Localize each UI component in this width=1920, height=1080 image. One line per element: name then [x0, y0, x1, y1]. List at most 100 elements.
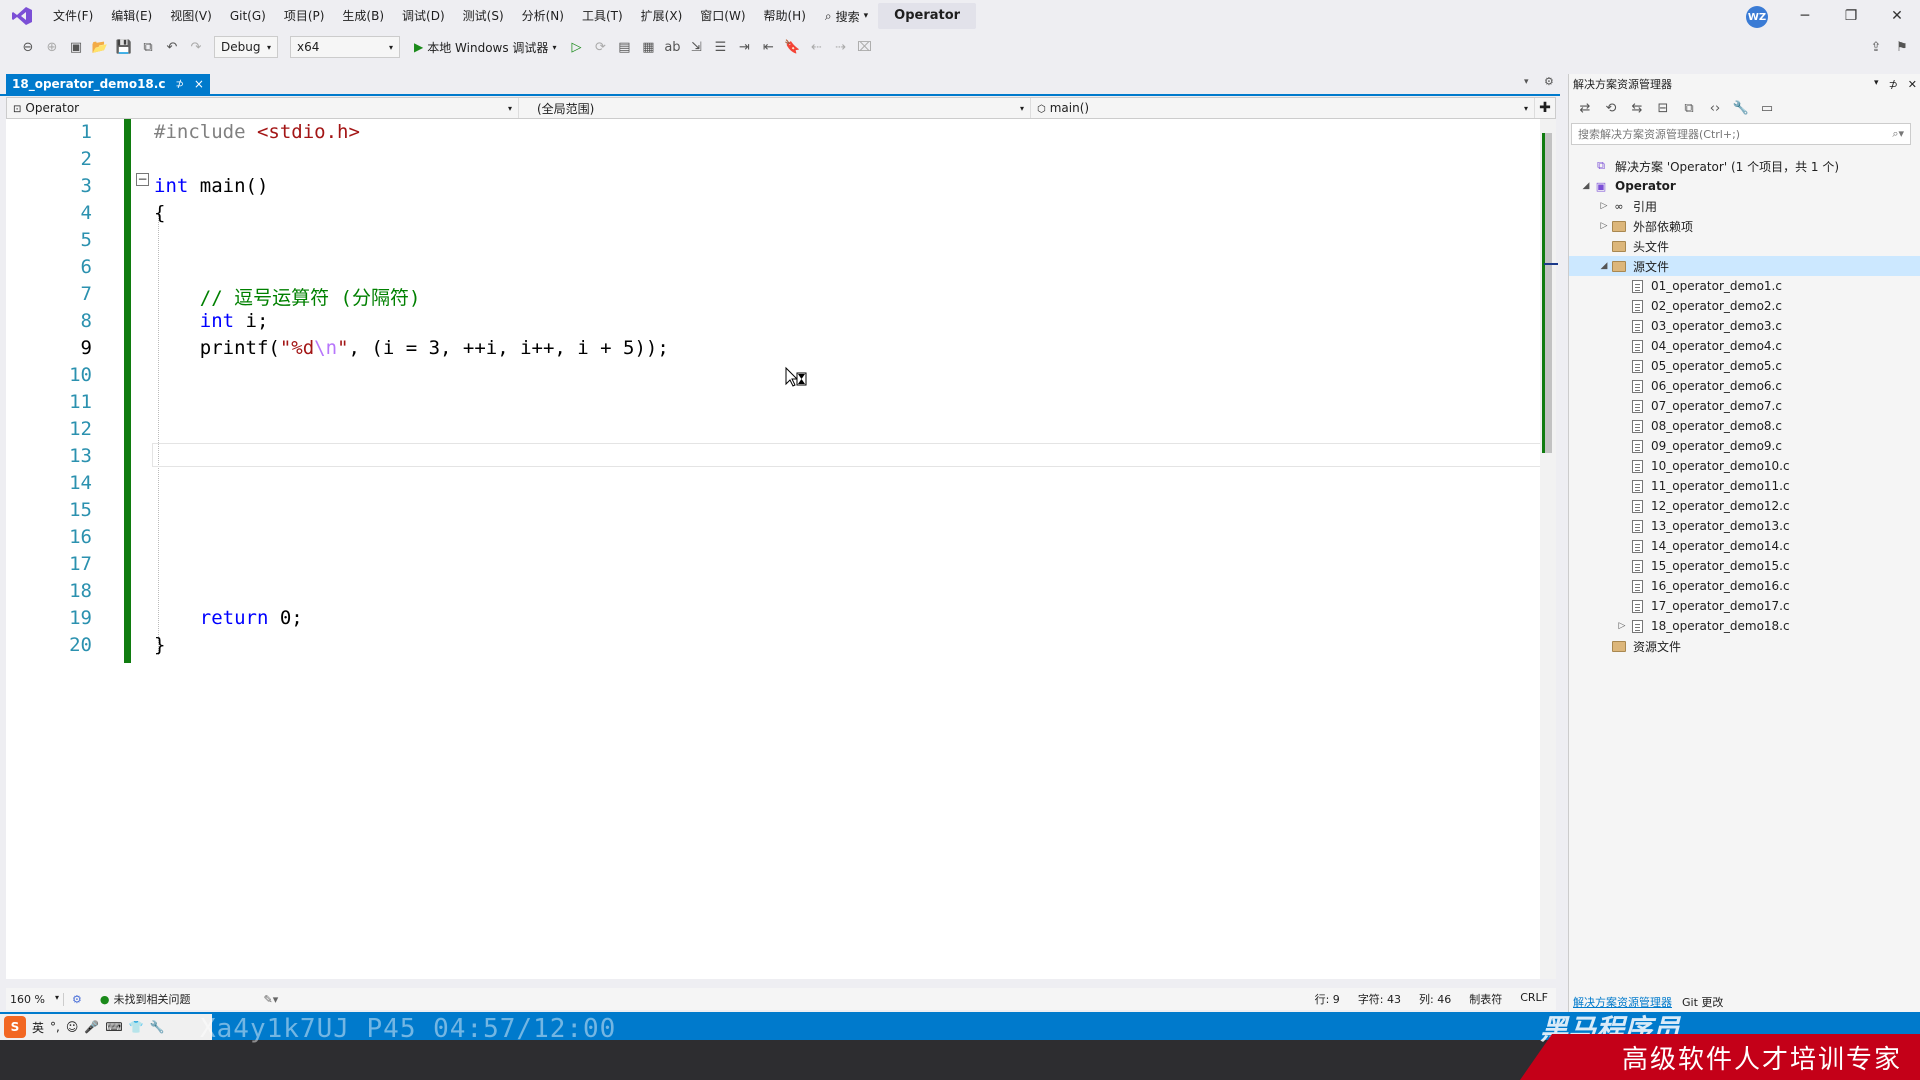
save-all-icon[interactable]: ⧉: [138, 37, 158, 57]
tree-file[interactable]: 03_operator_demo3.c: [1569, 316, 1920, 336]
show-all-files-icon[interactable]: ⧉: [1679, 98, 1699, 118]
tree-file[interactable]: 05_operator_demo5.c: [1569, 356, 1920, 376]
tree-external-deps[interactable]: ▷ 外部依赖项: [1569, 216, 1920, 236]
settings-gear-icon[interactable]: ⚙: [1544, 75, 1554, 88]
intellicode-icon[interactable]: ⚙: [72, 993, 82, 1006]
prev-bookmark-icon[interactable]: ⇠: [806, 37, 826, 57]
char-indicator[interactable]: 字符: 43: [1358, 991, 1401, 1007]
tree-file[interactable]: 17_operator_demo17.c: [1569, 596, 1920, 616]
tree-file[interactable]: 14_operator_demo14.c: [1569, 536, 1920, 556]
menu-item-7[interactable]: 测试(S): [454, 0, 513, 32]
start-without-debugging-icon[interactable]: ▷: [566, 37, 586, 57]
keyboard-icon[interactable]: ⌨: [105, 1020, 122, 1034]
undo-icon[interactable]: ↶: [162, 37, 182, 57]
pin-icon[interactable]: ⊅: [1889, 78, 1898, 91]
indent-icon[interactable]: ⇥: [734, 37, 754, 57]
tab-list-chevron-icon[interactable]: ▾: [1524, 77, 1529, 87]
punctuation-icon[interactable]: °,: [50, 1020, 60, 1034]
preview-icon[interactable]: ▭: [1757, 98, 1777, 118]
tree-header-files[interactable]: 头文件: [1569, 236, 1920, 256]
spell-check-icon[interactable]: ab: [662, 37, 682, 57]
skin-icon[interactable]: 👕: [129, 1020, 144, 1034]
expand-arrow-icon[interactable]: ▷: [1615, 621, 1629, 631]
menu-item-10[interactable]: 扩展(X): [632, 0, 692, 32]
tree-file[interactable]: ▷ 18_operator_demo18.c: [1569, 616, 1920, 636]
account-avatar[interactable]: WZ: [1746, 6, 1768, 28]
menu-item-9[interactable]: 工具(T): [573, 0, 632, 32]
outdent-icon[interactable]: ⇤: [758, 37, 778, 57]
platform-select[interactable]: x64 ▾: [290, 36, 400, 58]
tree-file[interactable]: 11_operator_demo11.c: [1569, 476, 1920, 496]
tree-project[interactable]: ◢ ▣ Operator: [1569, 176, 1920, 196]
project-dropdown[interactable]: ⊡ Operator ▾: [7, 98, 519, 118]
menu-item-5[interactable]: 生成(B): [333, 0, 393, 32]
tree-references[interactable]: ▷ ∞ 引用: [1569, 196, 1920, 216]
tree-file[interactable]: 15_operator_demo15.c: [1569, 556, 1920, 576]
menu-item-2[interactable]: 视图(V): [161, 0, 221, 32]
open-file-icon[interactable]: 📂: [90, 37, 110, 57]
start-debugging-button[interactable]: ▶ 本地 Windows 调试器 ▾: [408, 39, 562, 56]
feedback-icon[interactable]: ⚑: [1892, 37, 1912, 57]
brush-icon[interactable]: ✎▾: [263, 993, 278, 1006]
tree-file[interactable]: 10_operator_demo10.c: [1569, 456, 1920, 476]
collapse-all-icon[interactable]: ⊟: [1653, 98, 1673, 118]
line-indicator[interactable]: 行: 9: [1315, 991, 1340, 1007]
tools-icon[interactable]: 🔧: [150, 1020, 165, 1034]
tree-file[interactable]: 07_operator_demo7.c: [1569, 396, 1920, 416]
chevron-down-icon[interactable]: ▾: [1874, 78, 1879, 91]
tree-file[interactable]: 08_operator_demo8.c: [1569, 416, 1920, 436]
tree-file[interactable]: 01_operator_demo1.c: [1569, 276, 1920, 296]
tree-file[interactable]: 02_operator_demo2.c: [1569, 296, 1920, 316]
zoom-select[interactable]: 160 % ▾: [6, 992, 64, 1006]
history-icon[interactable]: ⟲: [1601, 98, 1621, 118]
close-icon[interactable]: ✕: [1874, 0, 1920, 32]
restore-icon[interactable]: ❐: [1828, 0, 1874, 32]
menu-item-1[interactable]: 编辑(E): [102, 0, 161, 32]
close-tab-icon[interactable]: ×: [194, 77, 204, 91]
tree-file[interactable]: 13_operator_demo13.c: [1569, 516, 1920, 536]
visual-studio-logo-icon[interactable]: [10, 5, 34, 27]
menu-item-6[interactable]: 调试(D): [393, 0, 454, 32]
ime-language[interactable]: 英: [32, 1019, 44, 1036]
next-bookmark-icon[interactable]: ⇢: [830, 37, 850, 57]
close-icon[interactable]: ✕: [1908, 78, 1917, 91]
scope-dropdown[interactable]: (全局范围) ▾: [519, 98, 1031, 118]
tree-file[interactable]: 09_operator_demo9.c: [1569, 436, 1920, 456]
redo-icon[interactable]: ↷: [186, 37, 206, 57]
tab-18-operator-demo18[interactable]: 18_operator_demo18.c ⊅ ×: [6, 74, 210, 94]
tree-resource-files[interactable]: 资源文件: [1569, 636, 1920, 656]
browse-icon[interactable]: ▤: [614, 37, 634, 57]
menu-item-12[interactable]: 帮助(H): [755, 0, 815, 32]
expand-arrow-icon[interactable]: ▷: [1597, 201, 1611, 211]
issues-status[interactable]: 未找到相关问题: [113, 991, 263, 1007]
switch-views-icon[interactable]: ⇆: [1627, 98, 1647, 118]
tree-solution[interactable]: ⧉ 解决方案 'Operator' (1 个项目，共 1 个): [1569, 156, 1920, 176]
collapse-icon[interactable]: −: [136, 173, 149, 186]
emoji-icon[interactable]: ☺: [66, 1020, 79, 1034]
menu-item-3[interactable]: Git(G): [221, 0, 275, 32]
menu-item-8[interactable]: 分析(N): [513, 0, 573, 32]
col-indicator[interactable]: 列: 46: [1419, 991, 1451, 1007]
properties-wrench-icon[interactable]: 🔧: [1731, 98, 1751, 118]
back-icon[interactable]: ⊖: [18, 37, 38, 57]
expand-arrow-icon[interactable]: ▷: [1597, 221, 1611, 231]
tabs-indicator[interactable]: 制表符: [1469, 991, 1502, 1007]
window-layout-icon[interactable]: ▦: [638, 37, 658, 57]
configuration-select[interactable]: Debug ▾: [214, 36, 278, 58]
expand-arrow-icon[interactable]: ◢: [1597, 261, 1611, 271]
menu-item-4[interactable]: 项目(P): [275, 0, 334, 32]
code-view-icon[interactable]: ‹›: [1705, 98, 1725, 118]
tree-file[interactable]: 04_operator_demo4.c: [1569, 336, 1920, 356]
sync-icon[interactable]: ⇄: [1575, 98, 1595, 118]
tree-file[interactable]: 16_operator_demo16.c: [1569, 576, 1920, 596]
hot-reload-icon[interactable]: ⟳: [590, 37, 610, 57]
eol-indicator[interactable]: CRLF: [1520, 991, 1548, 1007]
search-button[interactable]: ⌕ 搜索 ▾: [815, 8, 878, 25]
pin-icon[interactable]: ⊅: [175, 79, 183, 90]
expand-arrow-icon[interactable]: ◢: [1579, 181, 1593, 191]
microphone-icon[interactable]: 🎤: [84, 1020, 99, 1034]
minimize-icon[interactable]: ─: [1782, 0, 1828, 32]
bookmark-icon[interactable]: 🔖: [782, 37, 802, 57]
tree-source-files[interactable]: ◢ 源文件: [1569, 256, 1920, 276]
split-editor-icon[interactable]: ✚: [1535, 98, 1555, 118]
